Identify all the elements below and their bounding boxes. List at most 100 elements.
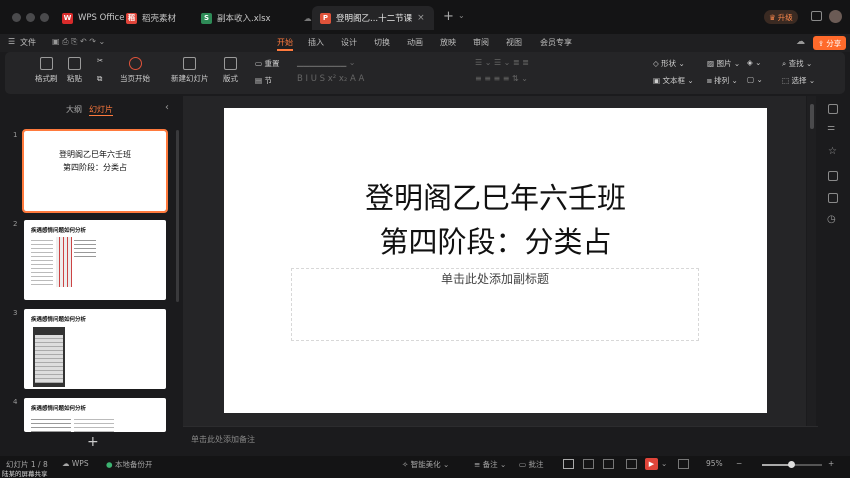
notes-pane[interactable]: 单击此处添加备注	[183, 426, 818, 456]
tab-presentation[interactable]: P 登明阁乙...十二节课 ×	[312, 6, 434, 30]
reset-button[interactable]: ▭ 重置	[255, 58, 279, 69]
shape-button[interactable]: ◇ 形状 ⌄	[653, 58, 685, 69]
find-button[interactable]: ⌕ 查找 ⌄	[782, 58, 812, 69]
image-tool-icon[interactable]	[828, 193, 838, 203]
tab-docer[interactable]: 稻 稻壳素材	[118, 6, 184, 30]
collapse-sidebar-icon[interactable]: ‹	[165, 102, 169, 113]
minimize-window-button[interactable]	[26, 13, 35, 22]
ribbon-toolbar: 格式刷 粘贴 ✂ ⧉ 当页开始 新建幻灯片 版式 ▭ 重置 ▤ 节 ▁▁▁▁▁▁…	[5, 52, 845, 94]
sorter-view-icon[interactable]	[583, 459, 594, 469]
menu-review[interactable]: 审阅	[473, 37, 489, 48]
outline-icon[interactable]: ▢ ⌄	[747, 75, 763, 84]
textbox-button[interactable]: ▣ 文本框 ⌄	[653, 75, 694, 86]
start-from-current-button[interactable]: 当页开始	[120, 57, 150, 84]
font-style-icons[interactable]: B I U S x² x₂ A A	[297, 74, 364, 84]
close-window-button[interactable]	[12, 13, 21, 22]
menu-design[interactable]: 设计	[341, 37, 357, 48]
cloud-sync-icon[interactable]: ☁	[796, 37, 805, 47]
thumb-screenshot-image	[33, 327, 65, 387]
format-painter-label: 格式刷	[35, 74, 58, 83]
comments-toggle[interactable]: ▭ 批注	[519, 459, 543, 470]
play-slideshow-button[interactable]: ▶	[645, 458, 658, 470]
toolbar-quick-icons[interactable]: ▣ ⎙ ⎘ ↶ ↷ ⌄	[52, 37, 105, 47]
chevron-down-icon[interactable]: ⌄	[458, 11, 465, 20]
sidebar-scrollbar[interactable]	[176, 130, 179, 302]
menu-member[interactable]: 会员专享	[540, 37, 572, 48]
layout-label: 版式	[223, 74, 238, 83]
maximize-window-button[interactable]	[40, 13, 49, 22]
zoom-in-button[interactable]: +	[828, 459, 834, 468]
reading-view-icon[interactable]	[603, 459, 614, 469]
tab-spreadsheet[interactable]: S 副本收入.xlsx ☁	[193, 6, 320, 30]
menu-slideshow[interactable]: 放映	[440, 37, 456, 48]
format-painter-icon	[39, 57, 53, 70]
zoom-slider[interactable]	[762, 461, 822, 468]
section-button[interactable]: ▤ 节	[255, 75, 272, 86]
picture-button[interactable]: ▨ 图片 ⌄	[707, 58, 740, 69]
settings-sliders-icon[interactable]: ⚌	[827, 123, 835, 133]
beautify-button[interactable]: ✧ 智能美化 ⌄	[402, 459, 449, 470]
format-painter-button[interactable]: 格式刷	[35, 57, 58, 84]
menu-transition[interactable]: 切换	[374, 37, 390, 48]
history-icon[interactable]: ◷	[827, 214, 836, 225]
properties-icon[interactable]	[828, 104, 838, 114]
fill-icon[interactable]: ◈ ⌄	[747, 58, 761, 67]
backup-status[interactable]: ● 本地备份开	[106, 459, 152, 470]
list-icons[interactable]: ☰ ⌄ ☰ ⌄ ≣ ≣	[475, 58, 529, 67]
chevron-down-icon[interactable]: ⌄	[661, 459, 667, 468]
star-icon[interactable]: ☆	[828, 146, 837, 157]
slide-number: 2	[13, 220, 18, 228]
editor-scrollbar-thumb[interactable]	[810, 104, 814, 129]
subtitle-placeholder-box[interactable]: 单击此处添加副标题	[291, 268, 699, 341]
tab-outline[interactable]: 大纲	[66, 104, 82, 115]
menu-view[interactable]: 视图	[506, 37, 522, 48]
menu-insert[interactable]: 插入	[308, 37, 324, 48]
normal-view-icon[interactable]	[563, 459, 574, 469]
slide-canvas[interactable]: 登明阁乙巳年六壬班 第四阶段：分类占 单击此处添加副标题	[224, 108, 767, 413]
select-button[interactable]: ⬚ 选择 ⌄	[782, 75, 815, 86]
textbox-label: 文本框	[662, 76, 685, 85]
font-family-select[interactable]: ▁▁▁▁▁▁▁▁ ⌄	[297, 58, 355, 67]
arrange-button[interactable]: ⧈ 排列 ⌄	[707, 75, 738, 86]
copy-icon[interactable]: ⧉	[97, 74, 102, 84]
screen-share-label: 陆某的屏幕共享	[2, 470, 48, 478]
slide-number: 4	[13, 398, 18, 406]
zoom-level[interactable]: 95%	[706, 459, 723, 468]
wps-status[interactable]: ☁ WPS	[62, 459, 89, 468]
upgrade-label: 升级	[777, 12, 793, 22]
crown-icon: ♛	[769, 12, 776, 22]
hamburger-icon[interactable]: ☰	[8, 37, 15, 46]
slide-title-line1[interactable]: 登明阁乙巳年六壬班	[224, 176, 767, 220]
add-slide-button[interactable]: +	[87, 434, 99, 450]
share-button[interactable]: ⇪ 分享	[813, 36, 847, 50]
avatar[interactable]	[829, 10, 842, 23]
upgrade-button[interactable]: ♛ 升级	[764, 10, 798, 24]
tab-label: 稻壳素材	[142, 14, 177, 24]
copy-style-icon[interactable]	[828, 171, 838, 181]
menu-animation[interactable]: 动画	[407, 37, 423, 48]
paste-button[interactable]: 粘贴	[67, 57, 82, 84]
tab-slides[interactable]: 幻灯片	[89, 104, 113, 116]
thumb-title: 疾遇感情问题如何分析	[31, 228, 87, 234]
notes-toggle[interactable]: ≡ 备注 ⌄	[474, 459, 506, 470]
new-tab-button[interactable]: +	[443, 9, 454, 24]
layout-button[interactable]: 版式	[223, 57, 238, 84]
zoom-slider-handle[interactable]	[788, 461, 795, 468]
zoom-out-button[interactable]: −	[736, 459, 742, 468]
menu-home[interactable]: 开始	[277, 37, 293, 51]
align-icons[interactable]: ≡ ≡ ≡ ≡ ⇅ ⌄	[475, 74, 528, 83]
fit-window-icon[interactable]	[678, 459, 689, 469]
thumb-title: 疾遇感情问题如何分析	[31, 317, 87, 323]
close-tab-icon[interactable]: ×	[417, 13, 425, 23]
slide-title-line2[interactable]: 第四阶段：分类占	[224, 220, 767, 264]
slide-thumbnail-4[interactable]: 疾遇感情问题如何分析	[24, 398, 166, 432]
slide-thumbnail-2[interactable]: 疾遇感情问题如何分析	[24, 220, 166, 300]
slide-thumbnail-3[interactable]: 疾遇感情问题如何分析	[24, 309, 166, 389]
sidebar-toggle-icon[interactable]	[811, 11, 822, 21]
presenter-view-icon[interactable]	[626, 459, 637, 469]
new-slide-button[interactable]: 新建幻灯片	[171, 57, 209, 84]
find-label: 查找	[788, 59, 804, 68]
slide-thumbnail-1[interactable]: 登明阁乙巳年六壬班 第四阶段：分类占	[22, 129, 168, 213]
file-menu[interactable]: 文件	[20, 37, 36, 48]
cut-icon[interactable]: ✂	[97, 56, 103, 65]
